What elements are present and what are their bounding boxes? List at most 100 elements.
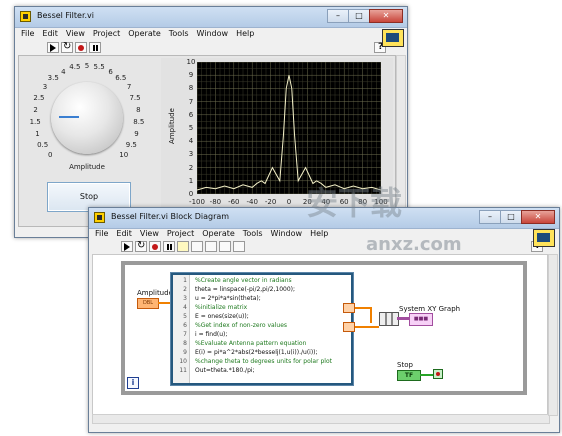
minimize-button[interactable]: – (479, 210, 501, 224)
code-line[interactable]: 4 %initialize matrix (173, 303, 349, 312)
y-tick-label: 2 (188, 163, 194, 172)
knob-pointer (59, 116, 79, 118)
line-number: 4 (183, 304, 187, 311)
menu-file[interactable]: File (21, 29, 34, 38)
y-axis-label: Amplitude (168, 108, 176, 144)
xy-graph-terminal[interactable]: ■■■ (409, 313, 433, 326)
x-tick-label: -100 (189, 198, 205, 206)
knob-tick-label: 1 (35, 130, 40, 139)
menu-view[interactable]: View (140, 229, 159, 238)
maximize-button[interactable]: □ (500, 210, 522, 224)
wire-amplitude (158, 302, 171, 304)
code-line[interactable]: 10 %change theta to degrees units for pol… (173, 357, 349, 366)
knob-tick-label: 6 (108, 67, 113, 76)
abort-icon[interactable] (149, 240, 161, 252)
knob-tick-label: 9.5 (125, 141, 137, 150)
amplitude-label: Amplitude (137, 289, 173, 297)
code-text: %initialize matrix (195, 304, 248, 311)
code-text: theta = linspace(-pi/2,pi/2,1000); (195, 286, 296, 293)
highlight-execution-icon[interactable] (177, 240, 189, 252)
code-line[interactable]: 11 Out=theta.*180./pi; (173, 366, 349, 375)
pause-icon[interactable] (163, 240, 175, 252)
run-arrow-icon[interactable] (47, 41, 59, 53)
code-line[interactable]: 1 %Create angle vector in radians (173, 276, 349, 285)
code-line[interactable]: 3 u = 2*pi*a*sin(theta); (173, 294, 349, 303)
code-text: u = 2*pi*a*sin(theta); (195, 295, 261, 302)
step-over-icon[interactable] (219, 240, 231, 252)
code-line[interactable]: 6 %Get index of non-zero values (173, 321, 349, 330)
code-line[interactable]: 8 %Evaluate Antenna pattern equation (173, 339, 349, 348)
x-tick-label: -20 (264, 198, 277, 206)
menu-tools[interactable]: Tools (169, 29, 189, 38)
minimize-button[interactable]: – (327, 9, 349, 23)
menu-file[interactable]: File (95, 229, 108, 238)
stop-label: Stop (397, 361, 413, 369)
y-tick-label: 1 (188, 176, 194, 185)
code-text: i = find(u); (195, 331, 228, 338)
output-terminal-1 (343, 303, 355, 313)
maximize-button[interactable]: □ (348, 9, 370, 23)
menu-edit[interactable]: Edit (116, 229, 132, 238)
menu-project[interactable]: Project (167, 229, 194, 238)
code-text: E = ones(size(u)); (195, 313, 249, 320)
code-text: %Create angle vector in radians (195, 277, 292, 284)
bundle-node[interactable] (379, 312, 399, 326)
knob-tick-label: 3.5 (47, 74, 59, 83)
block-diagram-h-scrollbar[interactable] (92, 414, 550, 424)
amplitude-knob[interactable] (51, 82, 123, 154)
menu-help[interactable]: Help (310, 229, 328, 238)
menu-window[interactable]: Window (271, 229, 303, 238)
block-diagram-toolbar (89, 239, 559, 253)
close-button[interactable]: ✕ (521, 210, 555, 224)
step-out-icon[interactable] (233, 240, 245, 252)
code-line[interactable]: 9 E(i) = pi*a^2*abs(2*besselj(1,u(i))./u(… (173, 348, 349, 357)
knob-tick-label: 8 (136, 105, 141, 114)
retain-wire-values-icon[interactable] (191, 240, 203, 252)
pause-icon[interactable] (89, 41, 101, 53)
menu-edit[interactable]: Edit (42, 29, 58, 38)
menu-help[interactable]: Help (236, 29, 254, 38)
menu-project[interactable]: Project (93, 29, 120, 38)
run-arrow-icon[interactable] (121, 240, 133, 252)
menu-window[interactable]: Window (197, 29, 229, 38)
wire-output-2 (351, 326, 379, 328)
step-into-icon[interactable] (205, 240, 217, 252)
knob-label: Amplitude (69, 163, 105, 171)
vi-icon[interactable] (533, 229, 555, 247)
block-diagram-v-scrollbar[interactable] (548, 254, 558, 416)
abort-icon[interactable] (75, 41, 87, 53)
y-tick-label: 9 (188, 71, 194, 80)
menu-operate[interactable]: Operate (128, 29, 161, 38)
knob-tick-label: 9 (134, 130, 139, 139)
stop-terminal[interactable]: TF (397, 370, 421, 381)
front-panel-title: Bessel Filter.vi (37, 11, 95, 20)
knob-tick-label: 2 (33, 105, 38, 114)
code-line[interactable]: 2 theta = linspace(-pi/2,pi/2,1000); (173, 285, 349, 294)
plot-area[interactable] (197, 62, 381, 194)
info-glyph: i (131, 378, 135, 387)
line-number: 9 (183, 349, 187, 356)
front-panel-titlebar[interactable]: Bessel Filter.vi – □ ✕ (15, 7, 407, 28)
x-tick-label: -60 (228, 198, 240, 206)
wire-bundle (397, 317, 409, 320)
wire-output-v (370, 307, 372, 323)
menu-operate[interactable]: Operate (202, 229, 235, 238)
run-continuously-icon[interactable] (61, 41, 73, 53)
code-line[interactable]: 7 i = find(u); (173, 330, 349, 339)
code-text: %change theta to degrees units for polar… (195, 358, 332, 365)
menu-view[interactable]: View (66, 29, 85, 38)
knob-tick-label: 4.5 (69, 63, 81, 72)
knob-tick-label: 6.5 (115, 74, 127, 83)
line-number: 8 (183, 340, 187, 347)
mathscript-node[interactable]: 1 %Create angle vector in radians 2 theta =… (171, 273, 353, 385)
line-number: 5 (183, 313, 187, 320)
close-button[interactable]: ✕ (369, 9, 403, 23)
code-text: %Evaluate Antenna pattern equation (195, 340, 307, 347)
loop-condition-terminal[interactable] (433, 369, 443, 379)
run-continuously-icon[interactable] (135, 240, 147, 252)
menu-tools[interactable]: Tools (243, 229, 263, 238)
vi-icon[interactable] (382, 29, 404, 47)
code-line[interactable]: 5 E = ones(size(u)); (173, 312, 349, 321)
labview-app-icon (20, 11, 31, 22)
amplitude-terminal[interactable]: DBL (137, 298, 159, 309)
